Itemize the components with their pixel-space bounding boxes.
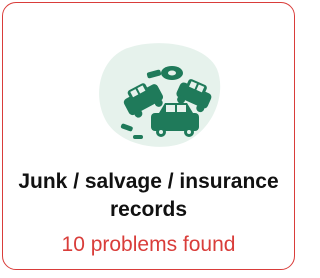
junkyard-cars-icon (99, 43, 221, 147)
junk-salvage-records-card[interactable]: Junk / salvage / insurance records 10 pr… (2, 2, 295, 270)
problems-status: 10 problems found (61, 233, 236, 256)
card-title: Junk / salvage / insurance records (18, 170, 279, 221)
